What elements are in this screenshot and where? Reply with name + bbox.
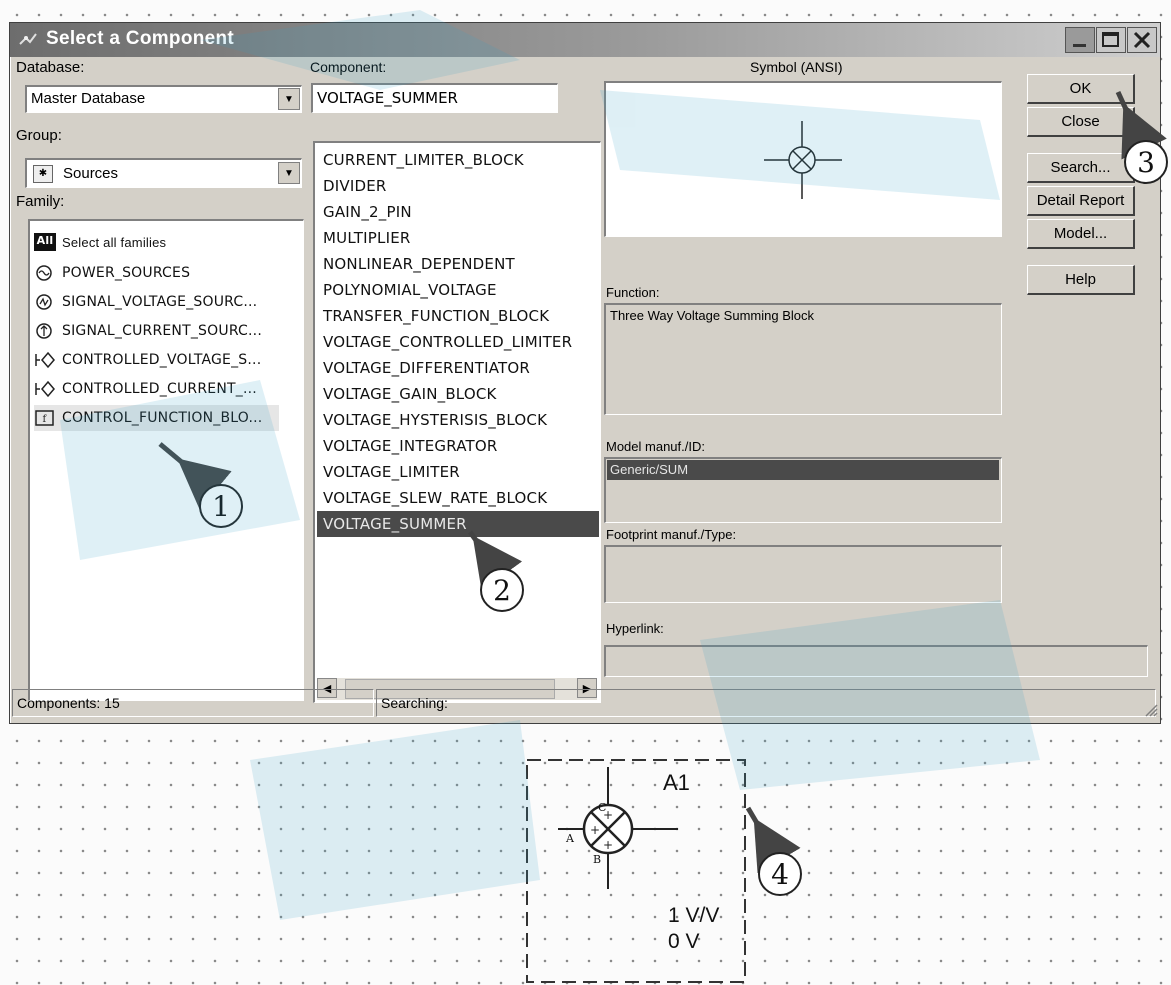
- callout-3: 3: [1124, 140, 1168, 184]
- callout-4-arrow: [745, 806, 801, 874]
- callout-4: 4: [758, 852, 802, 896]
- callout-3-arrow: [1115, 90, 1167, 160]
- annotation-arrows: [158, 90, 1167, 874]
- callout-1-arrow: [158, 442, 232, 510]
- callout-1: 1: [199, 484, 243, 528]
- callout-2: 2: [480, 568, 524, 612]
- callout-2-arrow: [467, 530, 523, 591]
